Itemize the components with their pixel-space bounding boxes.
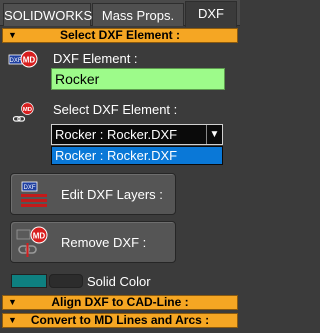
select-dxf-element-label: Select DXF Element :	[53, 102, 178, 117]
tab-mass-props[interactable]: Mass Props.	[92, 3, 184, 26]
dxf-md-icon: DXF MD	[8, 50, 38, 68]
remove-dxf-label: Remove DXF :	[61, 235, 147, 250]
solid-color-toggle[interactable]	[49, 274, 83, 288]
tab-solidworks[interactable]: SOLIDWORKS	[3, 3, 92, 26]
align-dxf-section-header[interactable]: ▼ Align DXF to CAD-Line :	[2, 295, 238, 310]
dropdown-option[interactable]: Rocker : Rocker.DXF	[51, 146, 223, 165]
svg-text:MD: MD	[23, 107, 32, 113]
collapse-arrow-icon: ▼	[8, 30, 17, 40]
remove-dxf-icon: MD	[16, 226, 48, 257]
section-title: Align DXF to CAD-Line :	[51, 295, 189, 309]
tab-dxf[interactable]: DXF	[185, 1, 237, 27]
expand-arrow-icon: ▼	[8, 297, 17, 307]
svg-text:MD: MD	[33, 232, 46, 241]
expand-arrow-icon: ▼	[8, 315, 17, 325]
layers-icon: DXF	[21, 181, 47, 207]
svg-text:DXF: DXF	[10, 58, 22, 64]
section-title: Convert to MD Lines and Arcs :	[30, 313, 210, 327]
select-dxf-element-section-header[interactable]: ▼ Select DXF Element :	[2, 28, 238, 43]
edit-dxf-layers-button[interactable]: DXF Edit DXF Layers :	[10, 173, 176, 215]
section-title: Select DXF Element :	[59, 28, 181, 42]
dxf-element-field[interactable]: Rocker	[51, 68, 225, 90]
color-swatch[interactable]	[11, 274, 47, 288]
convert-md-section-header[interactable]: ▼ Convert to MD Lines and Arcs :	[2, 313, 238, 328]
select-dxf-dropdown[interactable]: Rocker : Rocker.DXF ▼	[51, 124, 223, 145]
tab-bar: SOLIDWORKS Mass Props. DXF	[0, 0, 240, 27]
select-dxf-value: Rocker : Rocker.DXF	[55, 127, 178, 142]
solid-color-label: Solid Color	[87, 274, 151, 289]
remove-dxf-button[interactable]: MD Remove DXF :	[10, 221, 176, 263]
dropdown-arrow-icon[interactable]: ▼	[206, 125, 222, 144]
edit-dxf-layers-label: Edit DXF Layers :	[61, 187, 163, 202]
dxf-element-label: DXF Element :	[53, 51, 138, 66]
link-md-icon: MD	[12, 102, 34, 122]
svg-text:MD: MD	[23, 56, 36, 65]
svg-text:DXF: DXF	[24, 185, 36, 191]
